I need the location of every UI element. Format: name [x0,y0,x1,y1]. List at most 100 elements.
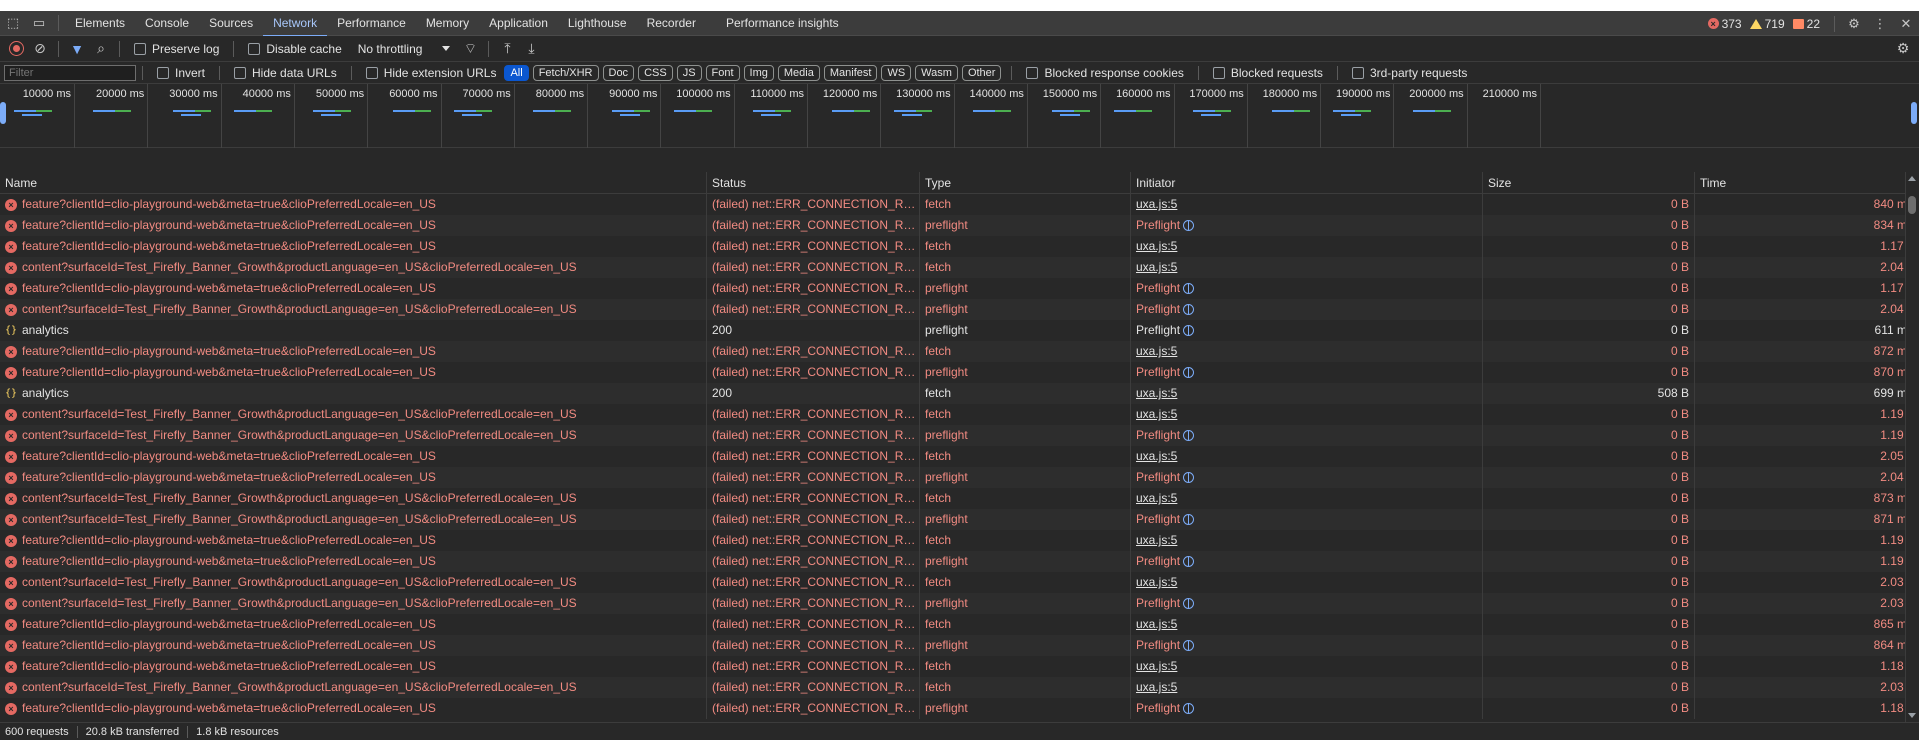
request-name-cell[interactable]: × content?surfaceId=Test_Firefly_Banner_G… [0,572,707,593]
table-row[interactable]: × feature?clientId=clio-playground-web&me… [0,614,1919,635]
column-header-type[interactable]: Type [920,172,1131,194]
request-name-cell[interactable]: × feature?clientId=clio-playground-web&me… [0,635,707,656]
request-name-cell[interactable]: × content?surfaceId=Test_Firefly_Banner_G… [0,677,707,698]
request-name-cell[interactable]: × feature?clientId=clio-playground-web&me… [0,530,707,551]
initiator-link[interactable]: uxa.js:5 [1136,656,1177,677]
type-filter-wasm[interactable]: Wasm [915,64,958,81]
initiator-link[interactable]: uxa.js:5 [1136,236,1177,257]
warning-counter[interactable]: 719 [1749,17,1785,31]
tab-sources[interactable]: Sources [199,11,263,36]
preflight-globe-icon[interactable] [1183,430,1195,441]
table-row[interactable]: × feature?clientId=clio-playground-web&me… [0,341,1919,362]
table-row[interactable]: × feature?clientId=clio-playground-web&me… [0,467,1919,488]
initiator-link[interactable]: uxa.js:5 [1136,404,1177,425]
search-icon[interactable]: ⌕ [89,37,113,61]
third-party-requests-checkbox[interactable]: 3rd-party requests [1351,66,1467,80]
table-row[interactable]: × feature?clientId=clio-playground-web&me… [0,194,1919,215]
initiator-link[interactable]: uxa.js:5 [1136,677,1177,698]
clear-icon[interactable]: ⊘ [28,37,52,61]
network-conditions-wifi-icon[interactable]: ⌔ [458,37,482,61]
table-row[interactable]: {} analytics 200 preflight Preflight 0 B 611 m… [0,320,1919,341]
table-row[interactable]: × feature?clientId=clio-playground-web&me… [0,635,1919,656]
table-row[interactable]: × content?surfaceId=Test_Firefly_Banner_G… [0,299,1919,320]
column-header-time[interactable]: Time [1695,172,1905,194]
table-row[interactable]: × content?surfaceId=Test_Firefly_Banner_G… [0,677,1919,698]
type-filter-js[interactable]: JS [676,64,702,81]
scrollbar-thumb[interactable] [1908,196,1916,214]
table-row[interactable]: × feature?clientId=clio-playground-web&me… [0,446,1919,467]
initiator-link[interactable]: uxa.js:5 [1136,383,1177,404]
overview-right-handle[interactable] [1911,102,1917,124]
column-header-initiator[interactable]: Initiator [1131,172,1483,194]
request-name-cell[interactable]: × feature?clientId=clio-playground-web&me… [0,194,707,215]
request-name-cell[interactable]: × content?surfaceId=Test_Firefly_Banner_G… [0,257,707,278]
table-row[interactable]: × feature?clientId=clio-playground-web&me… [0,698,1919,719]
column-header-name[interactable]: Name [0,172,707,194]
import-har-upload-icon[interactable]: ⤒ [495,37,519,61]
preflight-globe-icon[interactable] [1183,304,1195,315]
record-button[interactable] [4,37,28,61]
overview-left-handle[interactable] [0,102,6,124]
preflight-globe-icon[interactable] [1183,514,1195,525]
initiator-link[interactable]: uxa.js:5 [1136,341,1177,362]
invert-checkbox[interactable]: Invert [157,66,205,80]
type-filter-css[interactable]: CSS [638,64,673,81]
column-header-status[interactable]: Status [707,172,920,194]
table-row[interactable]: × content?surfaceId=Test_Firefly_Banner_G… [0,572,1919,593]
table-row[interactable]: × feature?clientId=clio-playground-web&me… [0,530,1919,551]
table-scrollbar[interactable] [1905,172,1919,722]
preflight-globe-icon[interactable] [1183,472,1195,483]
initiator-link[interactable]: uxa.js:5 [1136,194,1177,215]
tab-network[interactable]: Network [263,11,328,37]
preflight-globe-icon[interactable] [1183,220,1195,231]
request-name-cell[interactable]: × feature?clientId=clio-playground-web&me… [0,215,707,236]
table-row[interactable]: × feature?clientId=clio-playground-web&me… [0,362,1919,383]
blocked-response-cookies-checkbox[interactable]: Blocked response cookies [1026,66,1184,80]
request-name-cell[interactable]: {} analytics [0,383,707,404]
preflight-globe-icon[interactable] [1183,640,1195,651]
type-filter-doc[interactable]: Doc [602,64,635,81]
device-toolbar-icon[interactable]: ▭ [26,11,52,36]
table-row[interactable]: × feature?clientId=clio-playground-web&me… [0,278,1919,299]
table-row[interactable]: × feature?clientId=clio-playground-web&me… [0,656,1919,677]
initiator-link[interactable]: uxa.js:5 [1136,446,1177,467]
tab-console[interactable]: Console [135,11,199,36]
disable-cache-checkbox[interactable]: Disable cache [248,42,342,56]
table-row[interactable]: × content?surfaceId=Test_Firefly_Banner_G… [0,257,1919,278]
settings-gear-icon[interactable]: ⚙ [1841,11,1867,36]
request-name-cell[interactable]: × content?surfaceId=Test_Firefly_Banner_G… [0,404,707,425]
table-row[interactable]: {} analytics 200 fetch uxa.js:5 508 B 699 ms [0,383,1919,404]
table-row[interactable]: × feature?clientId=clio-playground-web&me… [0,551,1919,572]
inspect-element-icon[interactable]: ⬚ [0,11,26,36]
request-name-cell[interactable]: × feature?clientId=clio-playground-web&me… [0,236,707,257]
table-row[interactable]: × feature?clientId=clio-playground-web&me… [0,236,1919,257]
table-row[interactable]: × content?surfaceId=Test_Firefly_Banner_G… [0,404,1919,425]
more-options-icon[interactable]: ⋮ [1867,11,1893,36]
filter-funnel-icon[interactable]: ▼ [65,37,89,61]
network-overview-timeline[interactable]: 10000 ms 20000 ms 30000 ms 40000 ms 50000 ms… [0,84,1919,148]
table-row[interactable]: × content?surfaceId=Test_Firefly_Banner_G… [0,488,1919,509]
table-row[interactable]: × content?surfaceId=Test_Firefly_Banner_G… [0,509,1919,530]
tab-memory[interactable]: Memory [416,11,479,36]
request-name-cell[interactable]: × feature?clientId=clio-playground-web&me… [0,467,707,488]
request-name-cell[interactable]: {} analytics [0,320,707,341]
request-name-cell[interactable]: × content?surfaceId=Test_Firefly_Banner_G… [0,425,707,446]
request-name-cell[interactable]: × content?surfaceId=Test_Firefly_Banner_G… [0,593,707,614]
issues-counter[interactable]: 22 [1792,17,1820,31]
scroll-up-arrow-icon[interactable] [1908,176,1916,181]
type-filter-manifest[interactable]: Manifest [823,64,878,81]
tab-performance-insights[interactable]: Performance insights [716,11,849,36]
network-settings-gear-icon[interactable]: ⚙ [1891,37,1915,61]
preserve-log-checkbox[interactable]: Preserve log [134,42,219,56]
type-filter-fetch-xhr[interactable]: Fetch/XHR [532,64,599,81]
request-name-cell[interactable]: × feature?clientId=clio-playground-web&me… [0,341,707,362]
preflight-globe-icon[interactable] [1183,703,1195,714]
request-name-cell[interactable]: × content?surfaceId=Test_Firefly_Banner_G… [0,488,707,509]
request-name-cell[interactable]: × feature?clientId=clio-playground-web&me… [0,278,707,299]
tab-application[interactable]: Application [479,11,558,36]
request-name-cell[interactable]: × feature?clientId=clio-playground-web&me… [0,446,707,467]
throttling-select[interactable]: No throttling [358,42,451,56]
close-devtools-icon[interactable]: ✕ [1893,11,1919,36]
column-header-size[interactable]: Size [1483,172,1695,194]
type-filter-other[interactable]: Other [961,64,1002,81]
